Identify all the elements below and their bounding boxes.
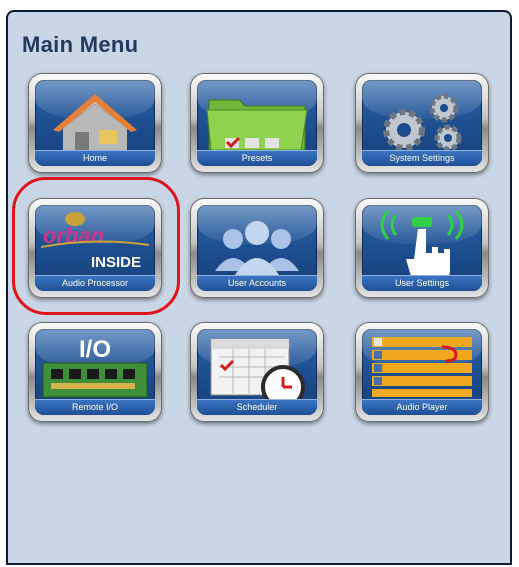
presets-label: Presets xyxy=(197,150,317,166)
remote-io-tile[interactable]: I/O Remote I/O xyxy=(28,322,162,422)
audio-player-tile[interactable]: Audio Player xyxy=(355,322,489,422)
presets-tile[interactable]: Presets xyxy=(190,73,324,173)
user-settings-label: User Settings xyxy=(362,275,482,291)
system-settings-label: System Settings xyxy=(362,150,482,166)
system-settings-tile[interactable]: System Settings xyxy=(355,73,489,173)
user-settings-tile[interactable]: User Settings xyxy=(355,198,489,298)
scheduler-label: Scheduler xyxy=(197,399,317,415)
user-accounts-tile[interactable]: User Accounts xyxy=(190,198,324,298)
selection-highlight-ring xyxy=(12,177,180,315)
user-accounts-label: User Accounts xyxy=(197,275,317,291)
home-label: Home xyxy=(35,150,155,166)
page-title: Main Menu xyxy=(22,32,139,57)
io-badge-text: I/O xyxy=(79,336,111,363)
home-tile[interactable]: Home xyxy=(28,73,162,173)
audio-player-label: Audio Player xyxy=(362,399,482,415)
scheduler-tile[interactable]: Scheduler xyxy=(190,322,324,422)
remote-io-label: Remote I/O xyxy=(35,399,155,415)
